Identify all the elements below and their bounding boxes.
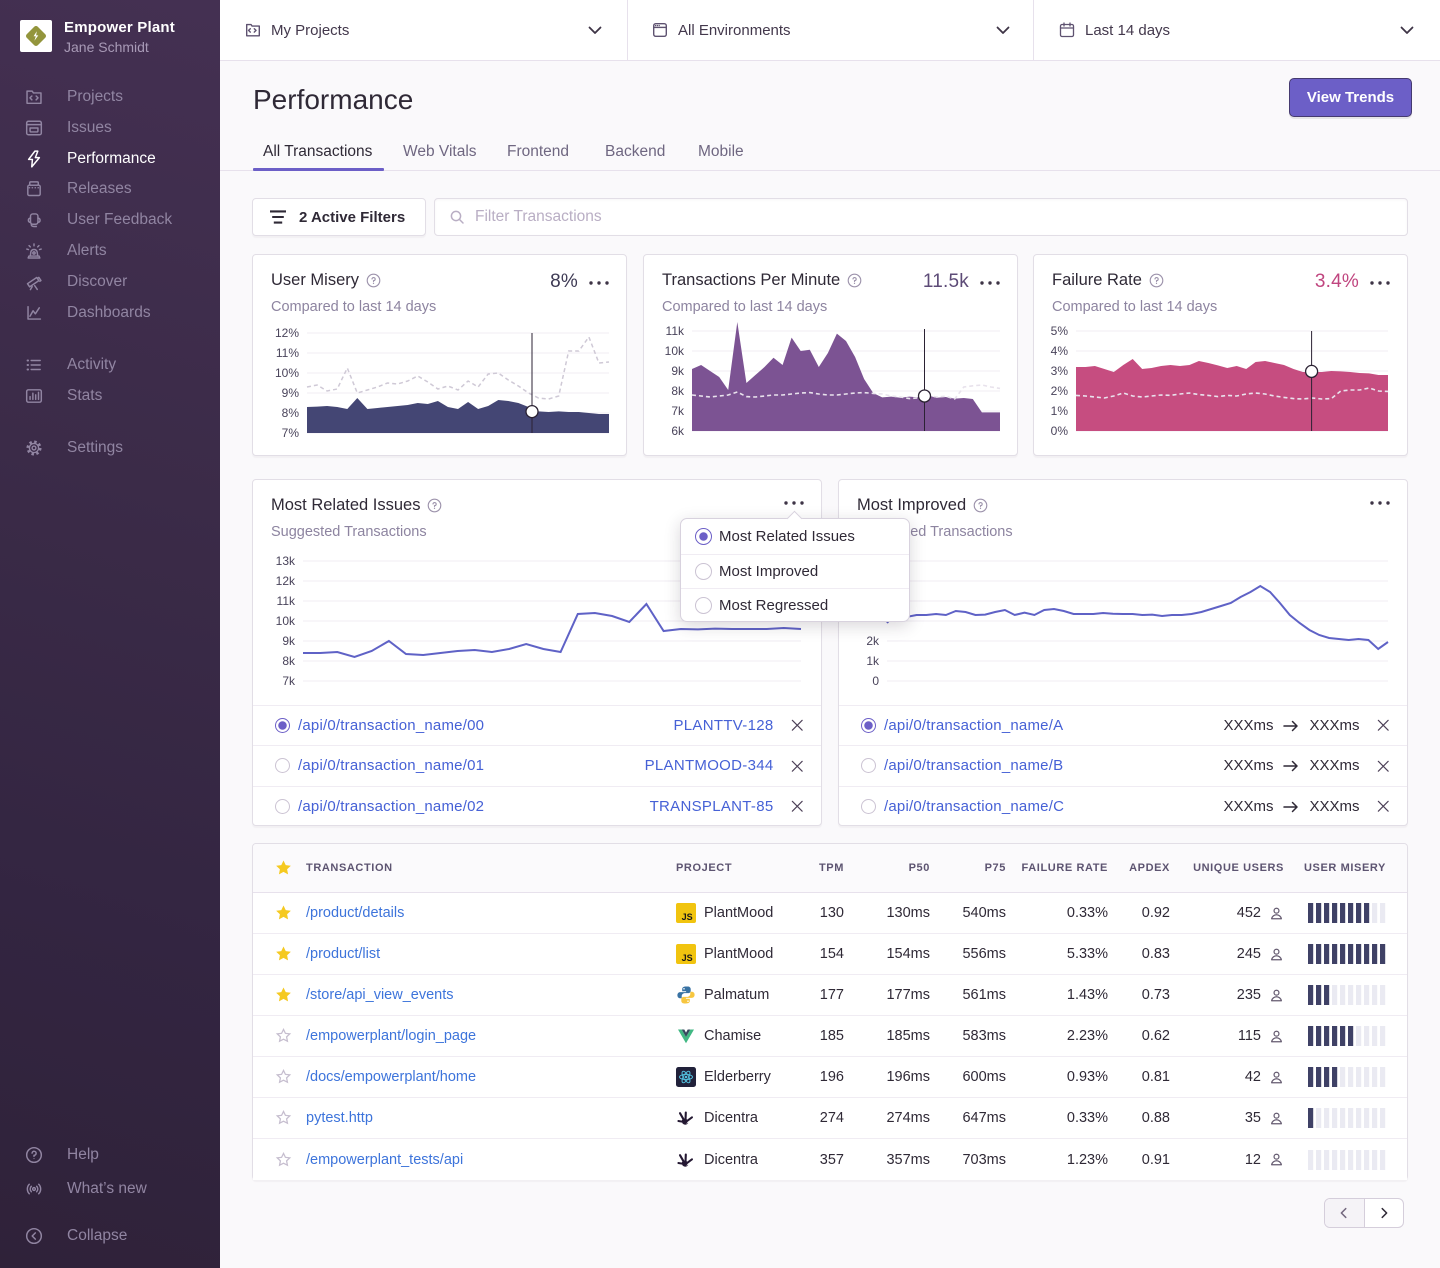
svg-text:8k: 8k bbox=[671, 384, 685, 398]
svg-text:9k: 9k bbox=[671, 364, 685, 378]
svg-text:4%: 4% bbox=[1051, 344, 1069, 358]
svg-text:7k: 7k bbox=[671, 404, 685, 418]
svg-text:7%: 7% bbox=[282, 426, 300, 440]
svg-text:2%: 2% bbox=[1051, 384, 1069, 398]
svg-text:10%: 10% bbox=[275, 366, 299, 380]
svg-text:13k: 13k bbox=[276, 554, 296, 568]
svg-text:8%: 8% bbox=[282, 406, 300, 420]
svg-text:3%: 3% bbox=[1051, 364, 1069, 378]
svg-text:9%: 9% bbox=[282, 386, 300, 400]
svg-text:10k: 10k bbox=[665, 344, 685, 358]
svg-text:9k: 9k bbox=[282, 634, 296, 648]
svg-text:11k: 11k bbox=[666, 324, 685, 338]
svg-text:7k: 7k bbox=[282, 674, 296, 688]
svg-text:1%: 1% bbox=[1051, 404, 1069, 418]
svg-text:11%: 11% bbox=[276, 346, 299, 360]
svg-text:2k: 2k bbox=[866, 634, 880, 648]
svg-text:6k: 6k bbox=[671, 424, 685, 438]
svg-text:0%: 0% bbox=[1051, 424, 1069, 438]
svg-text:8k: 8k bbox=[282, 654, 296, 668]
svg-text:JS: JS bbox=[682, 953, 693, 963]
svg-text:11k: 11k bbox=[277, 594, 296, 608]
svg-text:12k: 12k bbox=[276, 574, 296, 588]
svg-text:12%: 12% bbox=[275, 326, 299, 340]
svg-text:JS: JS bbox=[682, 912, 693, 922]
svg-text:1k: 1k bbox=[866, 654, 880, 668]
svg-text:0: 0 bbox=[872, 674, 879, 688]
svg-text:10k: 10k bbox=[276, 614, 296, 628]
svg-text:5%: 5% bbox=[1051, 324, 1069, 338]
